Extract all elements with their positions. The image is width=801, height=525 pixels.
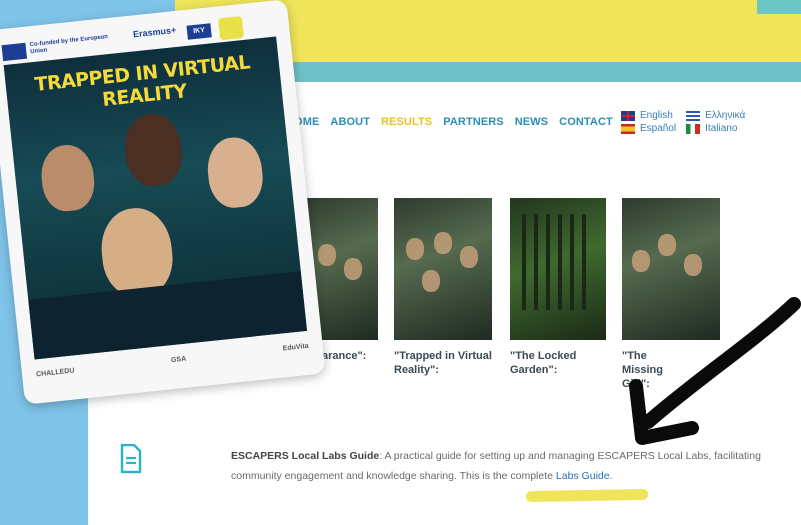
- figure-face: [38, 142, 98, 214]
- project-poster: Co-funded by the European Union Erasmus+…: [0, 0, 326, 405]
- figure-face: [121, 111, 185, 189]
- lang-spanish[interactable]: Español: [621, 123, 676, 134]
- figure-face: [422, 270, 440, 292]
- lang-label: Italiano: [705, 123, 738, 134]
- guide-title: ESCAPERS Local Labs Guide: [231, 450, 380, 462]
- poster-title: TRAPPED IN VIRTUAL REALITY: [33, 51, 251, 111]
- black-arrow-icon: [629, 297, 801, 445]
- nav-partners[interactable]: PARTNERS: [443, 116, 504, 128]
- figure-face: [204, 134, 266, 211]
- erasmus-logo: Erasmus+: [132, 24, 177, 40]
- italy-flag-icon: [686, 123, 701, 134]
- funded-by-text: Co-funded by the European Union: [29, 34, 109, 56]
- iky-logo: IKY: [186, 23, 212, 40]
- lang-english[interactable]: English: [621, 110, 676, 121]
- teal-header-bar: [220, 62, 801, 82]
- uk-flag-icon: [621, 110, 635, 121]
- figure-face: [684, 254, 702, 276]
- result-thumbnail-3[interactable]: [510, 198, 606, 340]
- poster-artwork: TRAPPED IN VIRTUAL REALITY: [3, 36, 308, 360]
- lang-greek[interactable]: Ελληνικά: [686, 110, 745, 121]
- figure-face: [434, 232, 452, 254]
- lang-label: Español: [640, 123, 677, 134]
- eduvita-logo: EduVita: [282, 342, 310, 353]
- challedu-logo: CHALLEDU: [35, 367, 75, 379]
- labs-guide-description: ESCAPERS Local Labs Guide: A practical g…: [231, 446, 771, 486]
- language-switcher: English Ελληνικά Español Italiano: [621, 110, 745, 134]
- result-thumbnail-2[interactable]: [394, 198, 492, 340]
- figure-face: [344, 258, 362, 280]
- teal-corner-accent: [757, 0, 801, 14]
- nav-news[interactable]: NEWS: [515, 116, 548, 128]
- labs-guide-link[interactable]: Labs Guide: [556, 470, 610, 482]
- spain-flag-icon: [621, 123, 635, 134]
- result-caption-2[interactable]: "Trapped in Virtual Reality":: [394, 349, 494, 377]
- lang-label: Ελληνικά: [705, 110, 746, 121]
- greece-flag-icon: [686, 110, 701, 121]
- lang-label: English: [640, 110, 673, 121]
- guide-end: .: [609, 470, 613, 482]
- figure-face: [406, 238, 424, 260]
- nav-about[interactable]: ABOUT: [330, 116, 370, 128]
- gsa-logo: GSA: [170, 355, 187, 365]
- figure-face: [658, 234, 676, 256]
- main-nav: HOME ABOUT RESULTS PARTNERS NEWS CONTACT: [286, 116, 613, 128]
- document-icon: [120, 444, 142, 474]
- figure-face: [460, 246, 478, 268]
- gate-bars: [522, 214, 594, 310]
- eu-flag-icon: [1, 42, 28, 62]
- result-caption-1[interactable]: arance":: [322, 349, 366, 363]
- figure-face: [318, 244, 336, 266]
- escapers-logo: [217, 15, 245, 41]
- result-caption-3[interactable]: "The Locked Garden":: [510, 349, 580, 377]
- figure-face: [632, 250, 650, 272]
- yellow-highlight-stroke: [525, 488, 649, 503]
- nav-results[interactable]: RESULTS: [381, 116, 432, 128]
- lang-italian[interactable]: Italiano: [686, 123, 745, 134]
- nav-contact[interactable]: CONTACT: [559, 116, 613, 128]
